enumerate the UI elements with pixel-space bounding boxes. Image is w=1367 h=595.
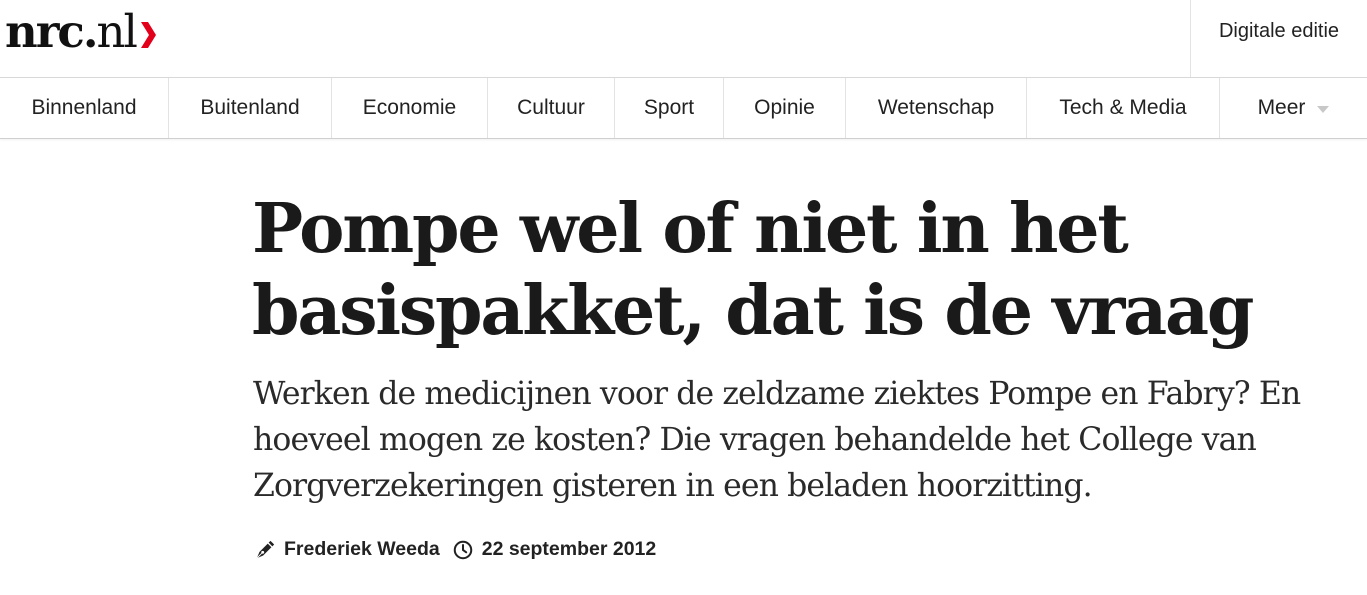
pen-icon xyxy=(256,540,275,559)
chevron-down-icon xyxy=(1317,105,1330,113)
logo-tld-text: nl xyxy=(96,5,138,58)
nav-item-label: Sport xyxy=(643,96,695,119)
article-author[interactable]: Frederiek Weeda xyxy=(284,538,440,561)
main-navigation: Binnenland Buitenland Economie Cultuur S… xyxy=(0,78,1367,139)
nav-item-sport[interactable]: Sport xyxy=(615,78,724,138)
nav-item-label: Economie xyxy=(362,96,457,119)
nav-item-binnenland[interactable]: Binnenland xyxy=(0,78,169,138)
nav-item-buitenland[interactable]: Buitenland xyxy=(169,78,332,138)
nav-item-label: Buitenland xyxy=(200,96,300,119)
nav-item-economie[interactable]: Economie xyxy=(332,78,488,138)
article-date: 22 september 2012 xyxy=(481,538,657,560)
logo-main-text: nrc. xyxy=(5,5,98,58)
nav-item-cultuur[interactable]: Cultuur xyxy=(488,78,615,138)
nav-item-wetenschap[interactable]: Wetenschap xyxy=(846,78,1027,138)
nav-item-label: Opinie xyxy=(754,96,815,119)
nav-item-label: Tech & Media xyxy=(1059,96,1187,119)
article-intro: Werken de medicijnen voor de zeldzame zi… xyxy=(253,376,1301,504)
nav-item-meer[interactable]: Meer xyxy=(1220,78,1367,138)
top-bar: nrc. nl Digitale editie xyxy=(0,0,1367,78)
article-meta: Frederiek Weeda 22 september 2012 xyxy=(254,538,656,561)
nav-item-label: Cultuur xyxy=(517,96,585,119)
nav-item-label: Meer xyxy=(1257,96,1306,119)
digital-edition-link[interactable]: Digitale editie xyxy=(1190,0,1367,77)
article-headline: Pompe wel of niet in het basispakket, da… xyxy=(252,189,1254,351)
logo-chevron-icon xyxy=(140,22,156,48)
site-logo[interactable]: nrc. nl xyxy=(5,4,157,60)
nav-item-tech-media[interactable]: Tech & Media xyxy=(1027,78,1220,138)
nav-item-opinie[interactable]: Opinie xyxy=(724,78,846,138)
clock-icon xyxy=(453,540,472,559)
nav-item-label: Wetenschap xyxy=(877,96,995,119)
digital-edition-label: Digitale editie xyxy=(1218,20,1340,42)
nav-item-label: Binnenland xyxy=(31,96,137,119)
